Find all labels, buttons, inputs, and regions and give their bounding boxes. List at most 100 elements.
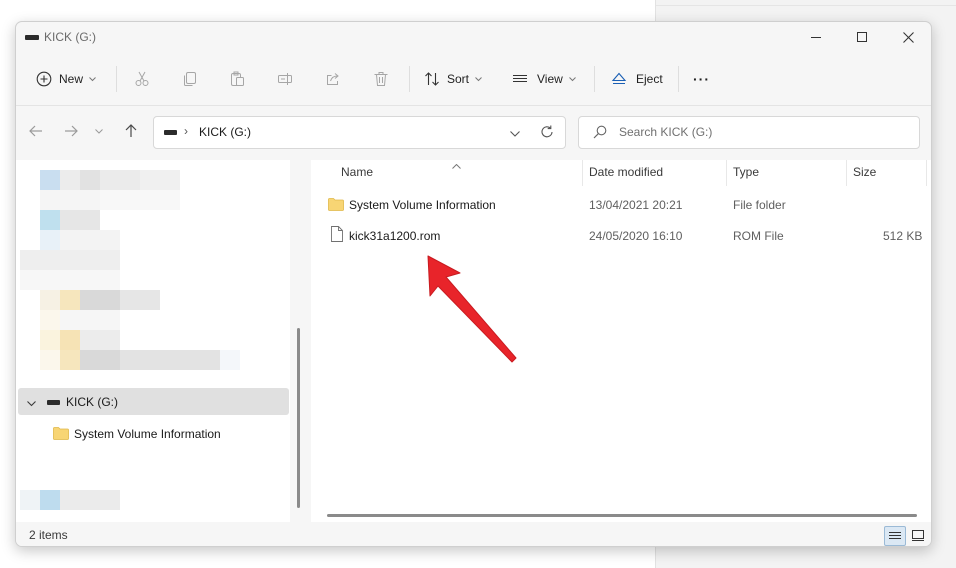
chevron-down-icon [27,401,36,407]
obscured-nav-item [60,350,80,370]
column-divider[interactable] [846,160,847,186]
obscured-nav-item [40,170,60,190]
new-label: New [59,72,84,86]
item-count: 2 items [29,528,68,542]
obscured-nav-item [40,310,60,330]
cut-icon [135,71,149,86]
nav-item-system-volume-information[interactable]: System Volume Information [74,427,221,441]
obscured-nav-item [20,270,120,290]
back-button[interactable] [26,121,46,141]
rename-icon [278,73,292,85]
column-header-date-modified[interactable]: Date modified [589,165,663,179]
obscured-nav-item [40,230,60,250]
obscured-nav-item [120,350,220,370]
rename-button[interactable] [277,62,293,96]
details-view-button[interactable] [884,526,906,546]
close-button[interactable] [885,22,931,52]
chevron-down-icon [510,131,520,137]
obscured-nav-item [40,330,60,350]
column-header-name[interactable]: Name [341,165,373,179]
toolbar-divider [116,66,117,92]
status-bar: 2 items [16,522,931,546]
column-header-type[interactable]: Type [733,165,759,179]
search-box[interactable]: Search KICK (G:) [578,116,920,149]
nav-item-label[interactable]: KICK (G:) [66,395,118,409]
obscured-nav-item [20,490,40,510]
chevron-up-icon [452,163,461,169]
copy-button[interactable] [182,62,198,96]
copy-icon [184,72,196,86]
search-icon [593,125,607,142]
tiles-view-icon [912,529,924,541]
eject-label: Eject [636,72,663,86]
column-header-size[interactable]: Size [853,165,876,179]
horizontal-scrollbar[interactable] [327,514,917,517]
toolbar-divider [678,66,679,92]
refresh-button[interactable] [540,125,554,142]
view-button[interactable]: View [512,62,576,96]
sort-button[interactable]: Sort [424,62,482,96]
obscured-nav-item [40,490,60,510]
obscured-nav-item [60,290,80,310]
folder-icon [328,197,344,214]
toolbar-divider [409,66,410,92]
obscured-nav-item [40,290,60,310]
toolbar-divider [594,66,595,92]
minimize-icon [811,37,821,38]
cut-button[interactable] [134,62,150,96]
up-button[interactable] [121,121,141,141]
delete-button[interactable] [373,62,389,96]
recent-locations-button[interactable] [92,121,106,141]
more-icon: ··· [693,71,710,87]
file-date: 24/05/2020 16:10 [589,229,683,243]
share-icon [327,73,339,85]
file-icon [331,226,343,245]
obscured-nav-item [60,490,120,510]
obscured-nav-item [100,190,180,210]
column-divider[interactable] [926,160,927,186]
search-placeholder: Search KICK (G:) [619,125,713,139]
paste-icon [231,71,244,86]
minimize-button[interactable] [793,22,839,52]
address-bar[interactable]: › KICK (G:) [153,116,566,149]
chevron-down-icon [89,76,96,81]
chevron-down-icon [475,76,482,81]
forward-button[interactable] [61,121,81,141]
column-divider[interactable] [582,160,583,186]
file-type: File folder [733,198,786,212]
refresh-icon [541,125,553,138]
maximize-button[interactable] [839,22,885,52]
obscured-nav-item [80,330,120,350]
tiles-view-button[interactable] [909,527,927,543]
nav-scrollbar-thumb[interactable] [297,328,300,508]
view-list-icon [513,74,527,83]
plus-circle-icon [36,71,52,87]
file-size: 512 KB [883,229,923,243]
column-divider[interactable] [726,160,727,186]
obscured-nav-item [80,290,120,310]
expand-chevron[interactable] [27,396,36,410]
details-view-icon [889,532,901,539]
title-bar[interactable]: KICK (G:) [16,22,931,52]
breadcrumb-drive[interactable]: KICK (G:) [199,125,251,139]
arrow-left-icon [29,125,42,137]
drive-icon [47,400,60,405]
file-type: ROM File [733,229,784,243]
file-explorer-window: KICK (G:) New Sort View Eject ··· › KICK… [15,21,932,547]
share-button[interactable] [325,62,341,96]
paste-button[interactable] [229,62,245,96]
drive-icon [164,130,177,135]
view-label: View [537,72,563,86]
sort-label: Sort [447,72,470,86]
folder-icon [53,426,69,443]
new-button[interactable]: New [36,62,96,96]
eject-button[interactable]: Eject [611,62,663,96]
obscured-nav-item [20,250,120,270]
obscured-nav-item [60,330,80,350]
address-history-dropdown[interactable] [510,126,520,140]
maximize-icon [857,32,867,42]
file-name: System Volume Information [349,198,496,212]
obscured-nav-item [60,170,80,190]
navigation-pane: KICK (G:) System Volume Information [16,160,301,522]
more-options-button[interactable]: ··· [693,62,710,96]
